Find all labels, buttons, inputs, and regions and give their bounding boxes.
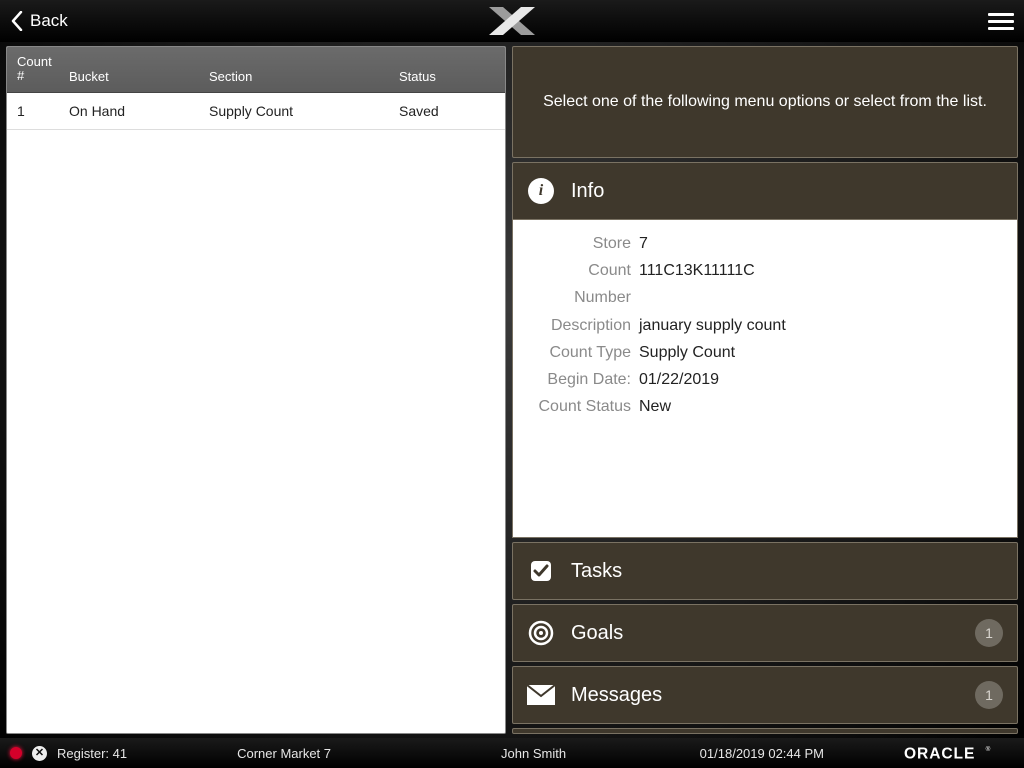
col-status: Status [399,55,495,84]
cell-section: Supply Count [209,103,399,119]
menu-tasks-label: Tasks [571,560,622,583]
info-header[interactable]: i Info [512,162,1018,220]
info-section: i Info Store7 Count Number111C13K11111C … [512,162,1018,538]
goals-badge: 1 [975,619,1003,647]
status-store: Corner Market 7 [237,746,331,761]
status-bar: ✕ Register: 41 Corner Market 7 John Smit… [0,738,1024,768]
col-bucket: Bucket [69,55,209,84]
detail-pane: Select one of the following menu options… [512,46,1018,734]
field-description: Descriptionjanuary supply count [529,312,1001,339]
mail-icon [527,681,555,709]
info-title: Info [571,180,604,203]
count-list-pane: Count# Bucket Section Status 1 On Hand S… [6,46,506,734]
status-register: Register: 41 [57,746,127,761]
field-count-status: Count StatusNew [529,393,1001,420]
menu-messages[interactable]: Messages 1 [512,666,1018,724]
x-logo-icon [489,7,535,35]
close-status-icon[interactable]: ✕ [32,746,47,761]
status-datetime: 01/18/2019 02:44 PM [700,746,824,761]
svg-text:ORACLE: ORACLE [904,746,975,763]
instruction-banner: Select one of the following menu options… [512,46,1018,158]
app-root: Back Count# Bucket Section Status 1 On H… [0,0,1024,768]
status-user: John Smith [501,746,566,761]
col-section: Section [209,55,399,84]
menu-more-sliver[interactable] [512,728,1018,734]
field-begin-date: Begin Date:01/22/2019 [529,366,1001,393]
back-button[interactable]: Back [10,11,68,31]
status-indicator-icon [10,747,22,759]
table-empty-area [7,130,505,733]
messages-badge: 1 [975,681,1003,709]
menu-goals[interactable]: Goals 1 [512,604,1018,662]
checkbox-icon [527,557,555,585]
target-icon [527,619,555,647]
field-count-type: Count TypeSupply Count [529,339,1001,366]
menu-messages-label: Messages [571,684,662,707]
info-body: Store7 Count Number111C13K11111C Descrip… [512,220,1018,538]
oracle-logo: ORACLE ® [904,742,1014,764]
field-store: Store7 [529,230,1001,257]
back-label: Back [30,11,68,31]
menu-button[interactable] [988,9,1014,34]
info-icon: i [527,177,555,205]
top-bar: Back [0,0,1024,42]
cell-bucket: On Hand [69,103,209,119]
menu-tasks[interactable]: Tasks [512,542,1018,600]
table-header: Count# Bucket Section Status [7,47,505,93]
cell-status: Saved [399,103,495,119]
main-split: Count# Bucket Section Status 1 On Hand S… [0,42,1024,738]
chevron-left-icon [10,11,24,31]
app-logo [489,7,535,35]
field-count-number: Count Number111C13K11111C [529,257,1001,311]
svg-text:®: ® [986,745,991,753]
menu-goals-label: Goals [571,622,623,645]
table-row[interactable]: 1 On Hand Supply Count Saved [7,93,505,130]
cell-count-no: 1 [17,103,69,119]
col-count-no: Count# [17,55,69,84]
